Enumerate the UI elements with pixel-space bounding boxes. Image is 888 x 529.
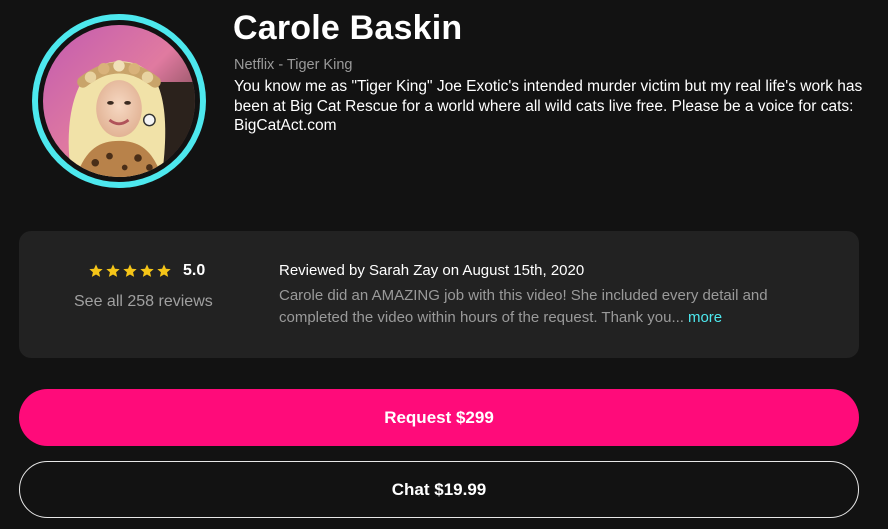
star-icon	[140, 264, 154, 277]
stars-row: 5.0	[88, 260, 268, 282]
request-button-label: Request $299	[384, 407, 494, 427]
profile-name: Carole Baskin	[233, 9, 463, 47]
profile-photo-image	[43, 25, 195, 177]
star-icon	[157, 264, 171, 277]
star-rating	[88, 263, 172, 279]
review-card: 5.0 See all 258 reviews Reviewed by Sara…	[19, 231, 859, 358]
profile-bio: You know me as "Tiger King" Joe Exotic's…	[234, 78, 863, 134]
chat-button-label: Chat $19.99	[391, 479, 487, 499]
avatar-border	[38, 20, 200, 182]
reviewer-line: Reviewed by Sarah Zay on August 15th, 20…	[279, 262, 585, 279]
review-text-container: Carole did an AMAZING job with this vide…	[279, 285, 839, 329]
star-icon	[123, 264, 137, 277]
rating-value: 5.0	[183, 262, 206, 279]
star-icon	[106, 264, 120, 277]
chat-button[interactable]: Chat $19.99	[19, 461, 859, 518]
request-button[interactable]: Request $299	[19, 389, 859, 446]
celebrity-profile-page: Carole Baskin Netflix - Tiger King You k…	[0, 0, 888, 529]
star-icon	[89, 264, 103, 277]
rating-summary: 5.0 See all 258 reviews	[74, 260, 268, 311]
avatar[interactable]	[32, 14, 206, 188]
see-all-reviews-link[interactable]: See all 258 reviews	[74, 293, 268, 311]
more-link[interactable]: more	[688, 309, 722, 326]
profile-subtitle: Netflix - Tiger King	[234, 57, 353, 73]
avatar-photo	[43, 25, 195, 177]
featured-review: Reviewed by Sarah Zay on August 15th, 20…	[279, 261, 839, 329]
